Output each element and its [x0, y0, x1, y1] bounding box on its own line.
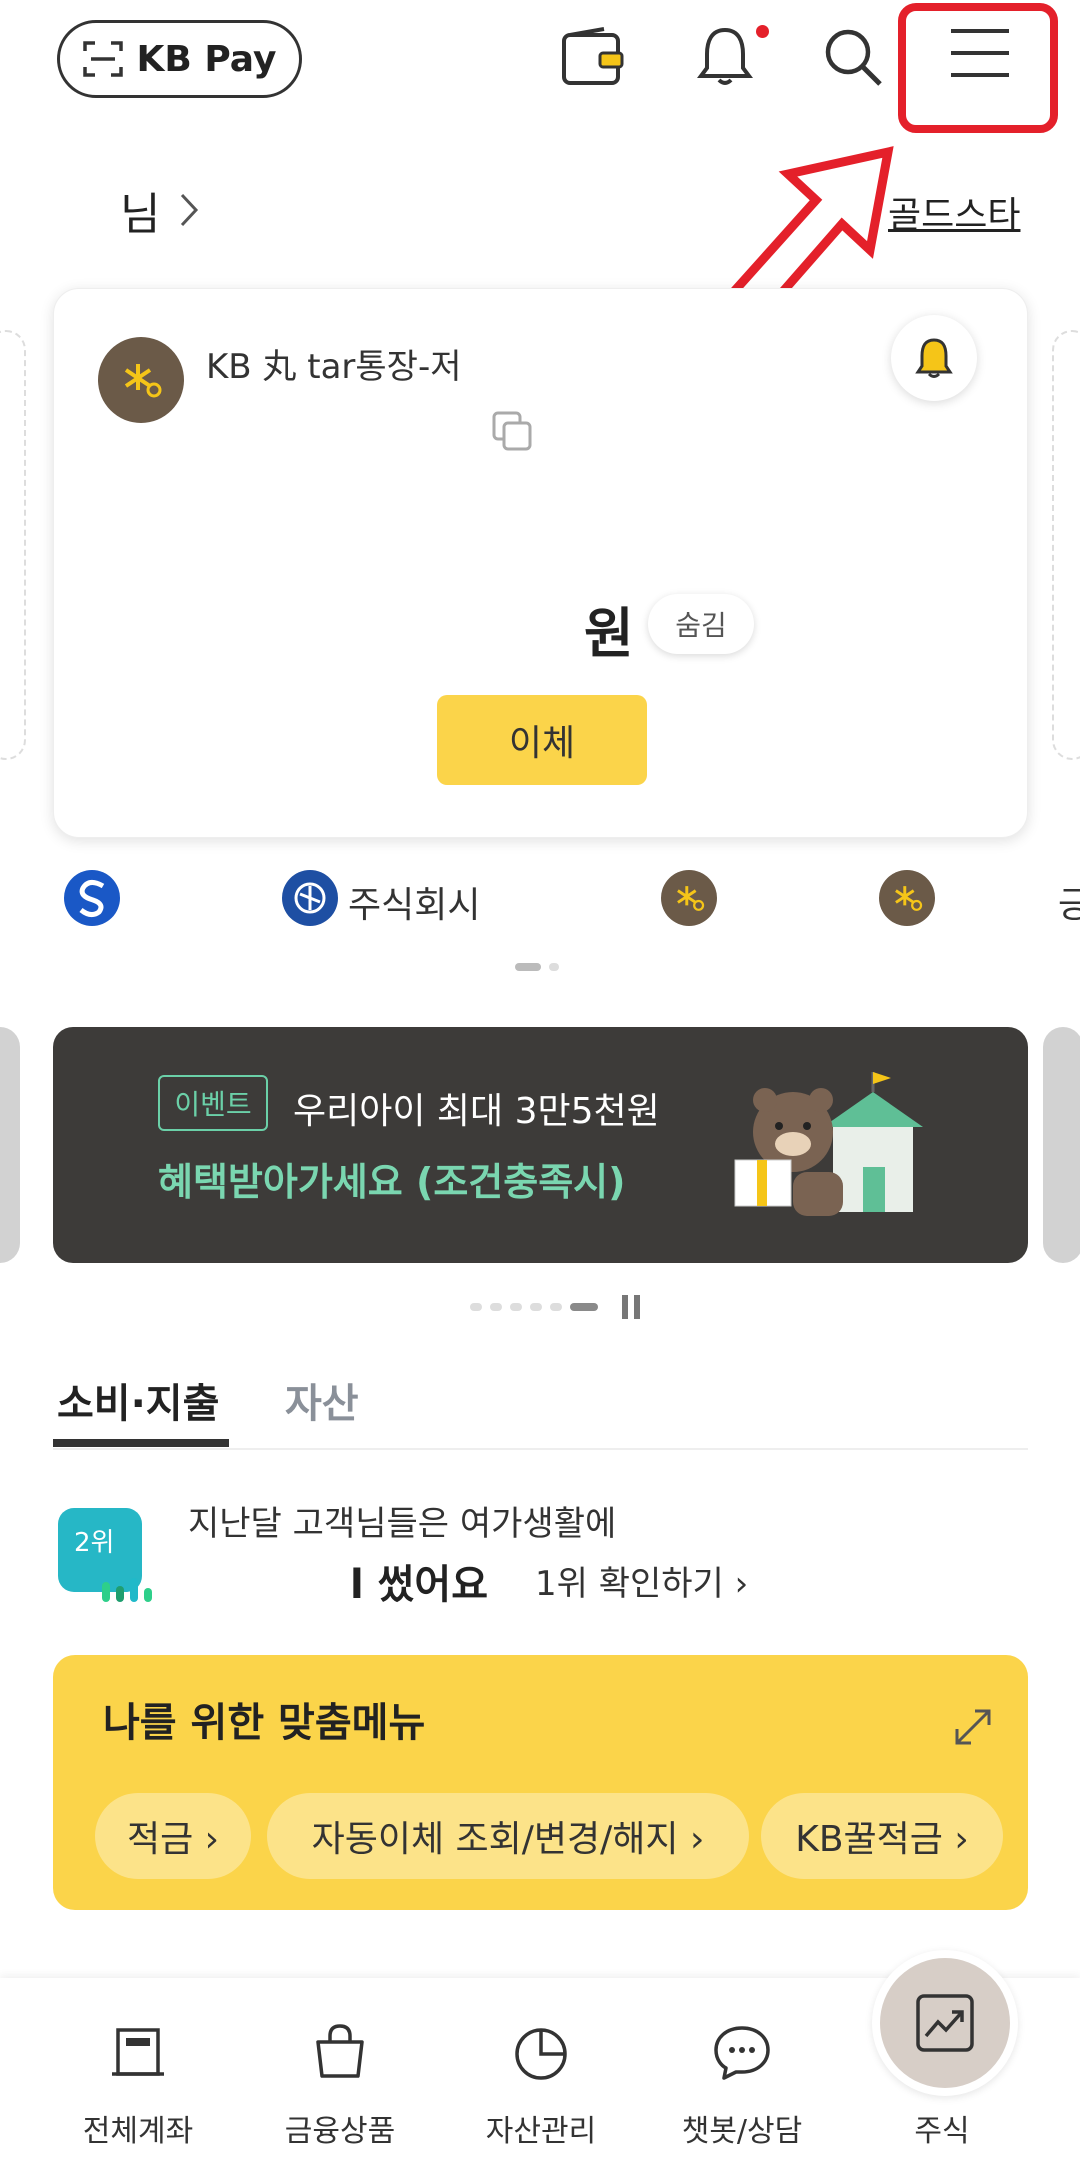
pause-icon[interactable]: [622, 1295, 640, 1319]
grade-link[interactable]: 골드스타: [888, 186, 1020, 238]
next-card-peek[interactable]: [1052, 330, 1080, 760]
kbpay-button[interactable]: KB Pay: [57, 20, 302, 98]
kbpay-label: KB Pay: [136, 38, 277, 80]
chat-bubble-icon: [714, 2026, 770, 2080]
nav-label: 자산관리: [485, 2114, 597, 2149]
custom-menu-card: 나를 위한 맞춤메뉴 적금 › 자동이체 조회/변경/해지 › KB꿀적금 ›: [53, 1655, 1028, 1910]
card-pager: [515, 963, 559, 971]
event-tag: 이벤트: [158, 1075, 268, 1131]
account-book-icon: [112, 2028, 164, 2076]
wallet-icon[interactable]: [558, 22, 628, 92]
nav-asset-management[interactable]: 자산관리: [441, 1978, 641, 2179]
shinhan-bank-logo[interactable]: [64, 870, 120, 926]
bank-item-name[interactable]: 긍: [1058, 876, 1080, 928]
notification-dot: [756, 25, 769, 38]
scan-icon: [82, 41, 123, 77]
account-alert-button[interactable]: [891, 315, 977, 401]
hide-balance-button[interactable]: 숨김: [648, 594, 754, 654]
banner-subline: 혜택받아가세요 (조건충족시): [158, 1160, 626, 1204]
rank-label: 2위: [74, 1528, 115, 1558]
rank-chart-icon: 2위: [58, 1508, 152, 1602]
bell-icon[interactable]: [690, 22, 760, 92]
next-banner-peek[interactable]: [1043, 1027, 1080, 1263]
greeting[interactable]: 님: [120, 178, 200, 242]
kb-bank-logo[interactable]: [661, 870, 717, 926]
shopping-bag-icon: [316, 2024, 364, 2078]
menu-highlight-box: [898, 3, 1058, 133]
nav-label: 전체계좌: [82, 2114, 194, 2149]
nav-label: 금융상품: [284, 2114, 396, 2149]
balance-currency: 원: [584, 602, 634, 665]
expand-icon[interactable]: [953, 1707, 993, 1747]
insight-text: 지난달 고객님들은 여가생활에: [188, 1504, 617, 1544]
stocks-fab-button[interactable]: [872, 1950, 1018, 2096]
chevron-right-icon: [181, 193, 199, 227]
insight-category: l 썼어요: [350, 1562, 489, 1608]
customer-name: 님: [120, 189, 161, 240]
tab-assets[interactable]: 자산: [285, 1371, 359, 1429]
stock-chart-icon: [916, 1994, 974, 2052]
event-banner[interactable]: 이벤트 우리아이 최대 3만5천원 혜택받아가세요 (조건충족시): [53, 1027, 1028, 1263]
custom-menu-title: 나를 위한 맞춤메뉴: [103, 1700, 426, 1746]
banner-pager: [470, 1295, 640, 1319]
check-rank-link[interactable]: 1위 확인하기 ›: [535, 1556, 748, 1605]
pie-chart-icon: [515, 2028, 567, 2080]
nav-financial-products[interactable]: 금융상품: [240, 1978, 440, 2179]
copy-icon[interactable]: [490, 409, 534, 453]
nav-all-accounts[interactable]: 전체계좌: [38, 1978, 238, 2179]
account-card[interactable]: KB 丸 tar통장-저 원 숨김 이체: [53, 288, 1028, 838]
linked-banks-row: 주식회시 긍: [0, 870, 1080, 930]
bell-icon: [915, 338, 953, 378]
chip-savings[interactable]: 적금 ›: [95, 1793, 251, 1879]
kb-bank-logo: [98, 337, 184, 423]
kb-bank-logo[interactable]: [879, 870, 935, 926]
nav-label: 챗봇/상담: [681, 2114, 803, 2149]
nav-label: 주식: [914, 2114, 970, 2149]
chip-auto-transfer[interactable]: 자동이체 조회/변경/해지 ›: [267, 1793, 749, 1879]
prev-card-peek[interactable]: [0, 330, 26, 760]
top-header: KB Pay: [0, 0, 1080, 140]
prev-banner-peek[interactable]: [0, 1027, 20, 1263]
account-name: KB 丸 tar통장-저: [206, 347, 462, 387]
active-tab-indicator: [53, 1439, 229, 1447]
securities-logo[interactable]: [282, 870, 338, 926]
nav-chatbot[interactable]: 챗봇/상담: [642, 1978, 842, 2179]
search-icon[interactable]: [818, 22, 888, 92]
banner-headline: 우리아이 최대 3만5천원: [293, 1091, 660, 1132]
bear-house-illustration-icon: [734, 1072, 923, 1216]
transfer-button[interactable]: 이체: [437, 695, 647, 785]
bank-item-name[interactable]: 주식회시: [348, 876, 480, 928]
spending-tabs: 소비·지출 자산: [53, 1365, 1028, 1450]
chip-kb-honey-savings[interactable]: KB꿀적금 ›: [761, 1793, 1003, 1879]
tab-spending[interactable]: 소비·지출: [57, 1371, 219, 1429]
